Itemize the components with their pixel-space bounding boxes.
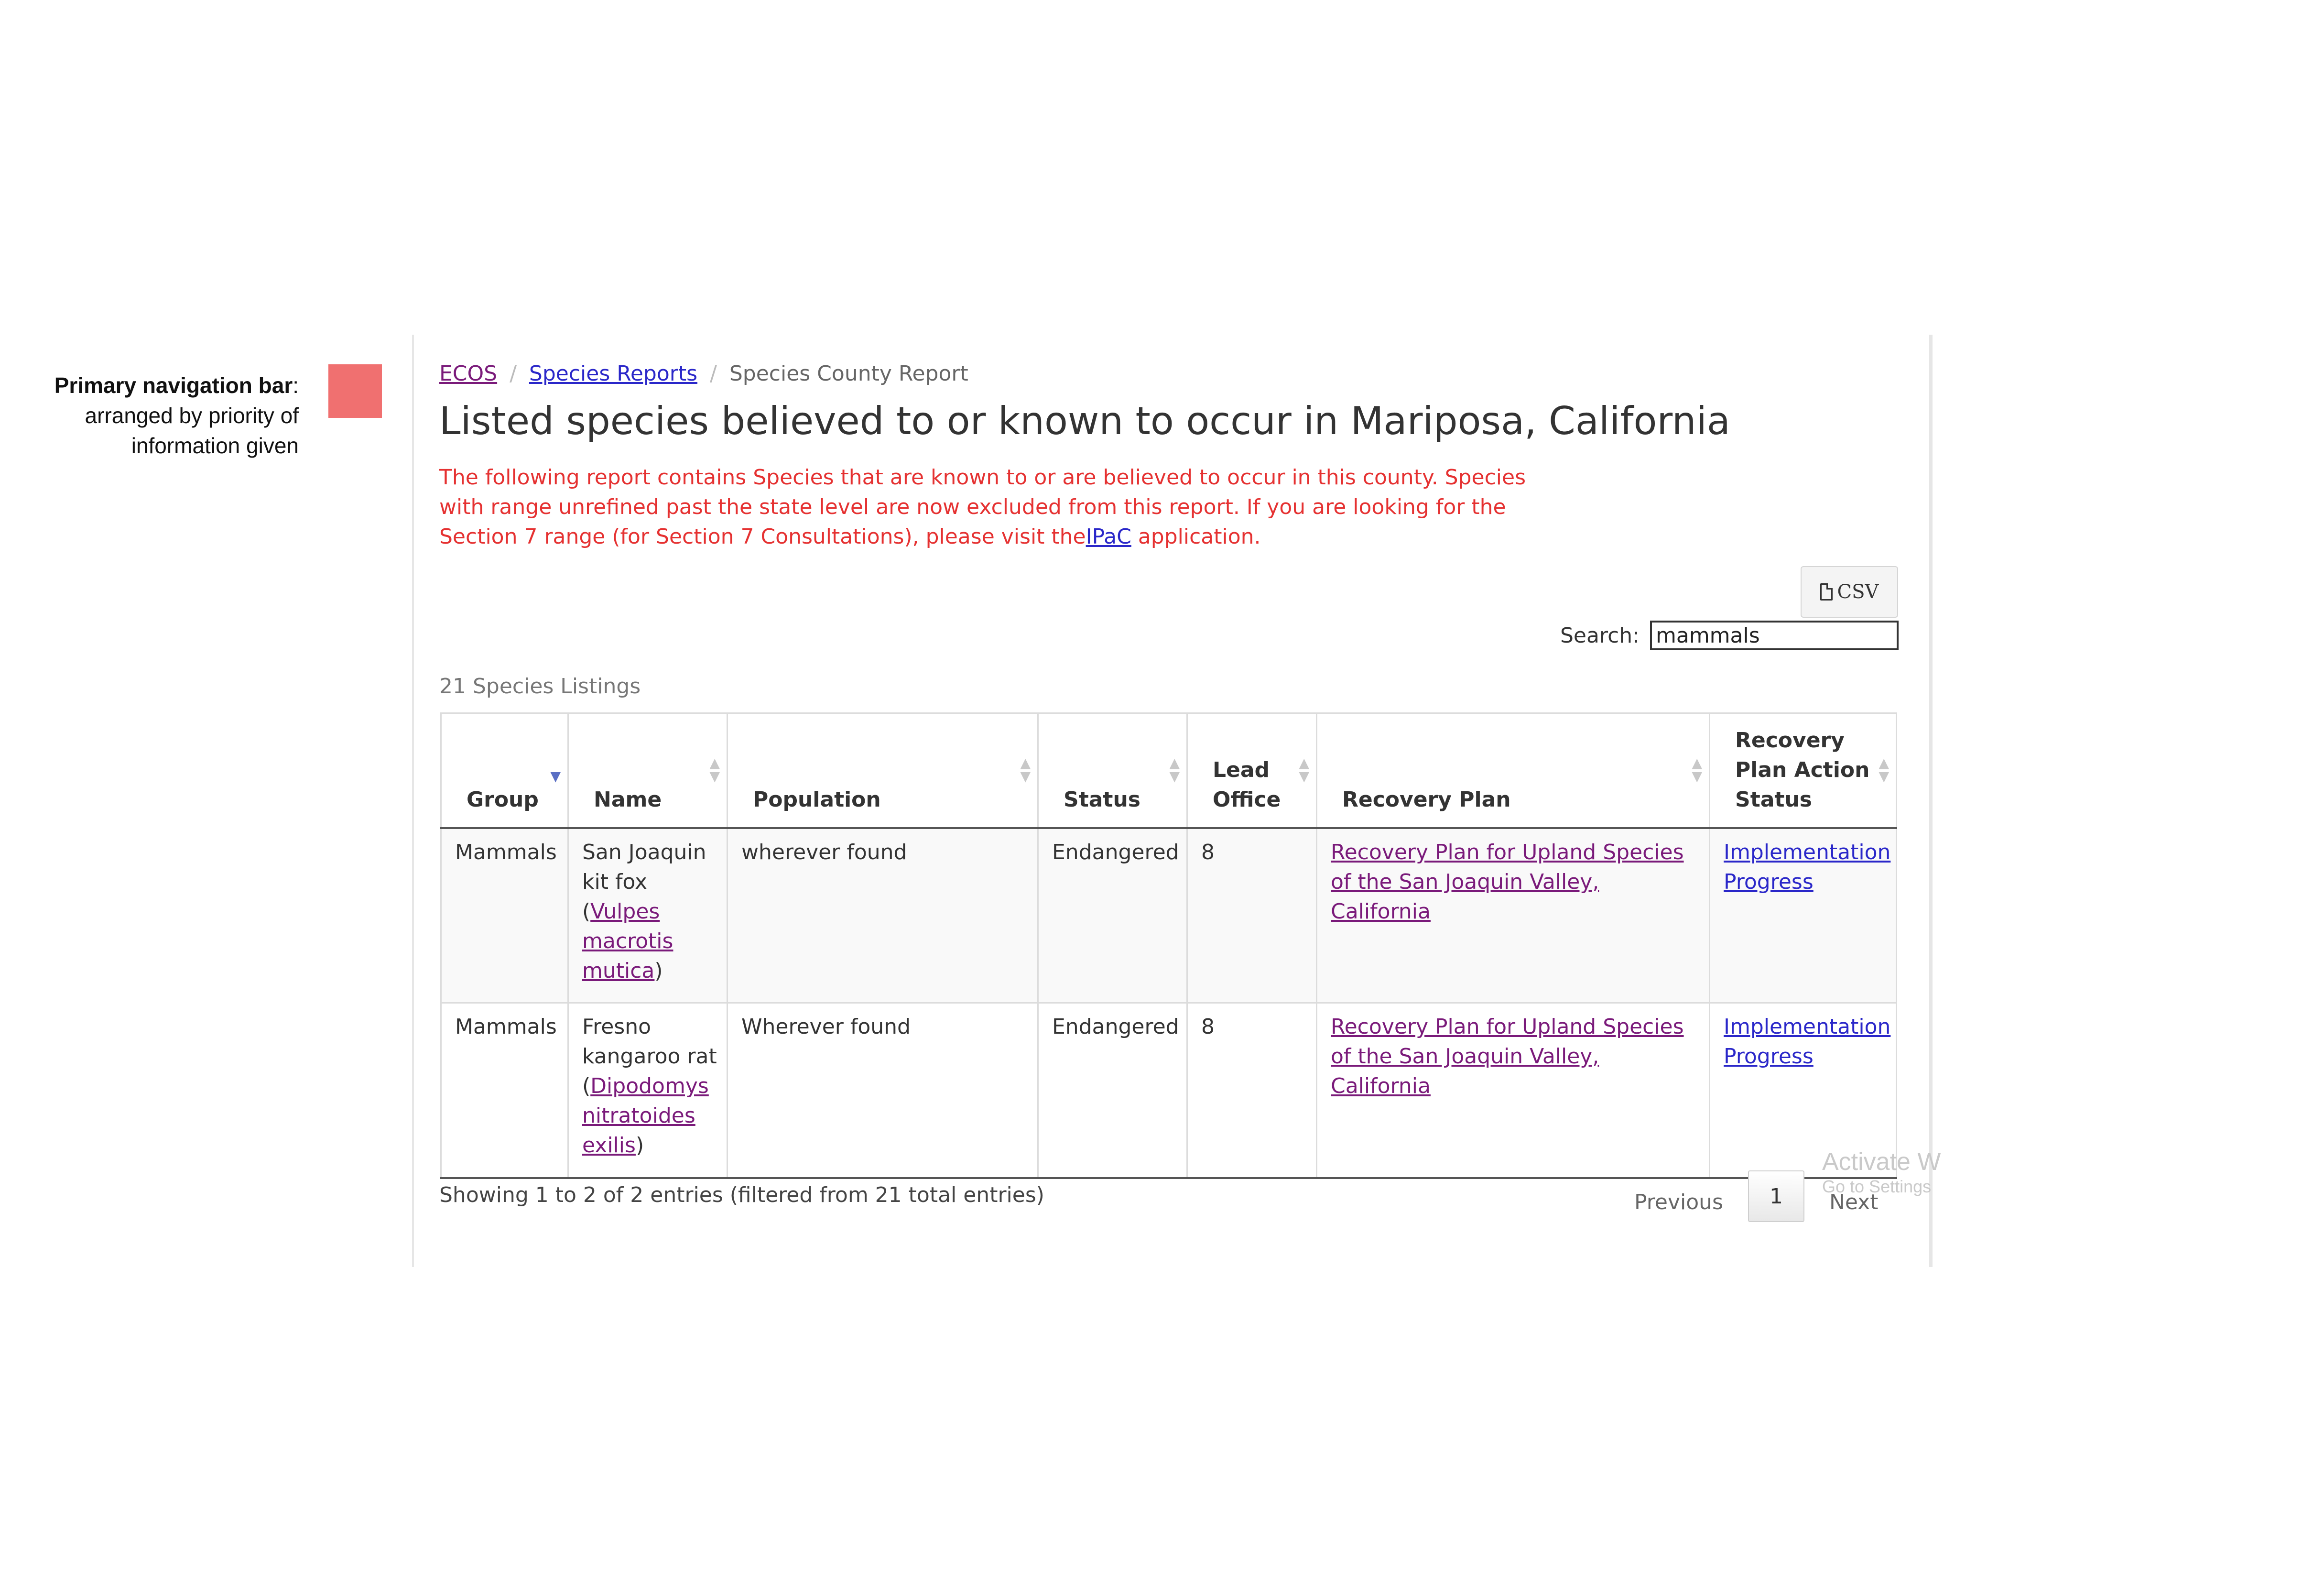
column-header-label: Recovery Plan Action Status bbox=[1735, 728, 1870, 812]
cell-recovery-plan: Recovery Plan for Upland Species of the … bbox=[1316, 828, 1710, 1004]
sort-desc-icon: ▼ bbox=[550, 768, 561, 784]
previous-page-button[interactable]: Previous bbox=[1634, 1190, 1723, 1214]
watermark-line-2: Go to Settings bbox=[1822, 1177, 1932, 1196]
cell-status: Endangered bbox=[1037, 828, 1187, 1004]
common-name: San Joaquin kit fox bbox=[582, 840, 706, 894]
cell-population: wherever found bbox=[727, 828, 1038, 1004]
breadcrumb: ECOS / Species Reports / Species County Repo… bbox=[439, 360, 968, 388]
sort-icon: ▲ ▼ bbox=[1169, 754, 1180, 784]
recovery-plan-link[interactable]: Recovery Plan for Upland Species of the … bbox=[1331, 1015, 1684, 1098]
breadcrumb-current: Species County Report bbox=[729, 361, 968, 386]
table-info: Showing 1 to 2 of 2 entries (filtered fr… bbox=[439, 1183, 1044, 1207]
column-header-name[interactable]: Name ▲ ▼ bbox=[567, 712, 728, 829]
cell-action-status: Implementation Progress bbox=[1709, 828, 1897, 1004]
column-header-group[interactable]: Group ▼ bbox=[440, 712, 568, 829]
implementation-progress-link[interactable]: Implementation Progress bbox=[1724, 840, 1890, 894]
cell-group: Mammals bbox=[440, 1003, 568, 1179]
scientific-name-link[interactable]: Vulpes macrotis mutica bbox=[582, 899, 673, 983]
column-header-status[interactable]: Status ▲ ▼ bbox=[1037, 712, 1187, 829]
species-table: Group ▼ Name ▲ ▼ Population ▲ ▼ Status ▲ ▼ Lead… bbox=[440, 712, 1897, 1179]
column-header-lead-office[interactable]: Lead Office ▲ ▼ bbox=[1186, 712, 1317, 829]
breadcrumb-separator: / bbox=[710, 361, 717, 386]
watermark-line-1: Activate W bbox=[1822, 1148, 1941, 1176]
sort-icon: ▲ ▼ bbox=[1020, 754, 1031, 784]
cell-name: Fresno kangaroo rat (Dipodomys nitratoid… bbox=[567, 1003, 728, 1179]
annotation-text: Primary navigation bar: arranged by prio… bbox=[19, 371, 299, 461]
column-header-recovery-plan[interactable]: Recovery Plan ▲ ▼ bbox=[1316, 712, 1710, 829]
csv-export-button[interactable]: CSV bbox=[1801, 566, 1898, 618]
file-icon bbox=[1820, 583, 1833, 601]
column-header-label: Population bbox=[753, 787, 881, 812]
table-row: Mammals San Joaquin kit fox (Vulpes macr… bbox=[440, 828, 1897, 1004]
table-row: Mammals Fresno kangaroo rat (Dipodomys n… bbox=[440, 1003, 1897, 1179]
cell-lead-office: 8 bbox=[1186, 1003, 1317, 1179]
column-header-population[interactable]: Population ▲ ▼ bbox=[727, 712, 1038, 829]
column-header-label: Status bbox=[1064, 787, 1140, 812]
column-header-label: Name bbox=[594, 787, 662, 812]
breadcrumb-species-reports-link[interactable]: Species Reports bbox=[529, 361, 697, 386]
sort-icon: ▲ ▼ bbox=[1879, 754, 1889, 784]
report-page: ECOS / Species Reports / Species County Repo… bbox=[439, 335, 1899, 1267]
scientific-name-link[interactable]: Dipodomys nitratoides exilis bbox=[582, 1074, 709, 1158]
cell-population: Wherever found bbox=[727, 1003, 1038, 1179]
sort-icon: ▲ ▼ bbox=[1692, 754, 1702, 784]
cell-name: San Joaquin kit fox (Vulpes macrotis mut… bbox=[567, 828, 728, 1004]
breadcrumb-ecos-link[interactable]: ECOS bbox=[439, 361, 497, 386]
report-notice: The following report contains Species th… bbox=[439, 463, 1539, 552]
page-1-button[interactable]: 1 bbox=[1748, 1170, 1804, 1222]
annotation-title: Primary navigation bar bbox=[54, 373, 293, 398]
windows-activation-watermark: Activate W Go to Settings bbox=[1822, 1147, 1941, 1197]
ipac-link[interactable]: IPaC bbox=[1086, 524, 1131, 549]
common-name: Fresno kangaroo rat bbox=[582, 1015, 717, 1069]
cell-recovery-plan: Recovery Plan for Upland Species of the … bbox=[1316, 1003, 1710, 1179]
species-listing-count: 21 Species Listings bbox=[439, 674, 641, 699]
sort-icon: ▲ ▼ bbox=[1299, 754, 1309, 784]
cell-status: Endangered bbox=[1037, 1003, 1187, 1179]
recovery-plan-link[interactable]: Recovery Plan for Upland Species of the … bbox=[1331, 840, 1684, 924]
column-header-label: Recovery Plan bbox=[1342, 787, 1511, 812]
search-bar: Search: bbox=[1560, 621, 1899, 650]
breadcrumb-separator: / bbox=[510, 361, 517, 386]
cell-lead-office: 8 bbox=[1186, 828, 1317, 1004]
csv-button-label: CSV bbox=[1837, 581, 1879, 603]
notice-text-end: application. bbox=[1131, 524, 1261, 549]
page-title: Listed species believed to or known to o… bbox=[439, 399, 1730, 443]
sort-icon: ▲ ▼ bbox=[709, 754, 720, 784]
column-header-label: Lead Office bbox=[1213, 757, 1281, 812]
cell-group: Mammals bbox=[440, 828, 568, 1004]
search-label: Search: bbox=[1560, 623, 1640, 648]
notice-text: The following report contains Species th… bbox=[439, 465, 1526, 549]
column-header-label: Group bbox=[467, 787, 539, 812]
table-header-row: Group ▼ Name ▲ ▼ Population ▲ ▼ Status ▲ ▼ Lead… bbox=[440, 712, 1897, 829]
column-header-action-status[interactable]: Recovery Plan Action Status ▲ ▼ bbox=[1709, 712, 1897, 829]
search-input[interactable] bbox=[1650, 621, 1899, 650]
annotation-color-swatch bbox=[328, 364, 382, 418]
implementation-progress-link[interactable]: Implementation Progress bbox=[1724, 1015, 1890, 1069]
